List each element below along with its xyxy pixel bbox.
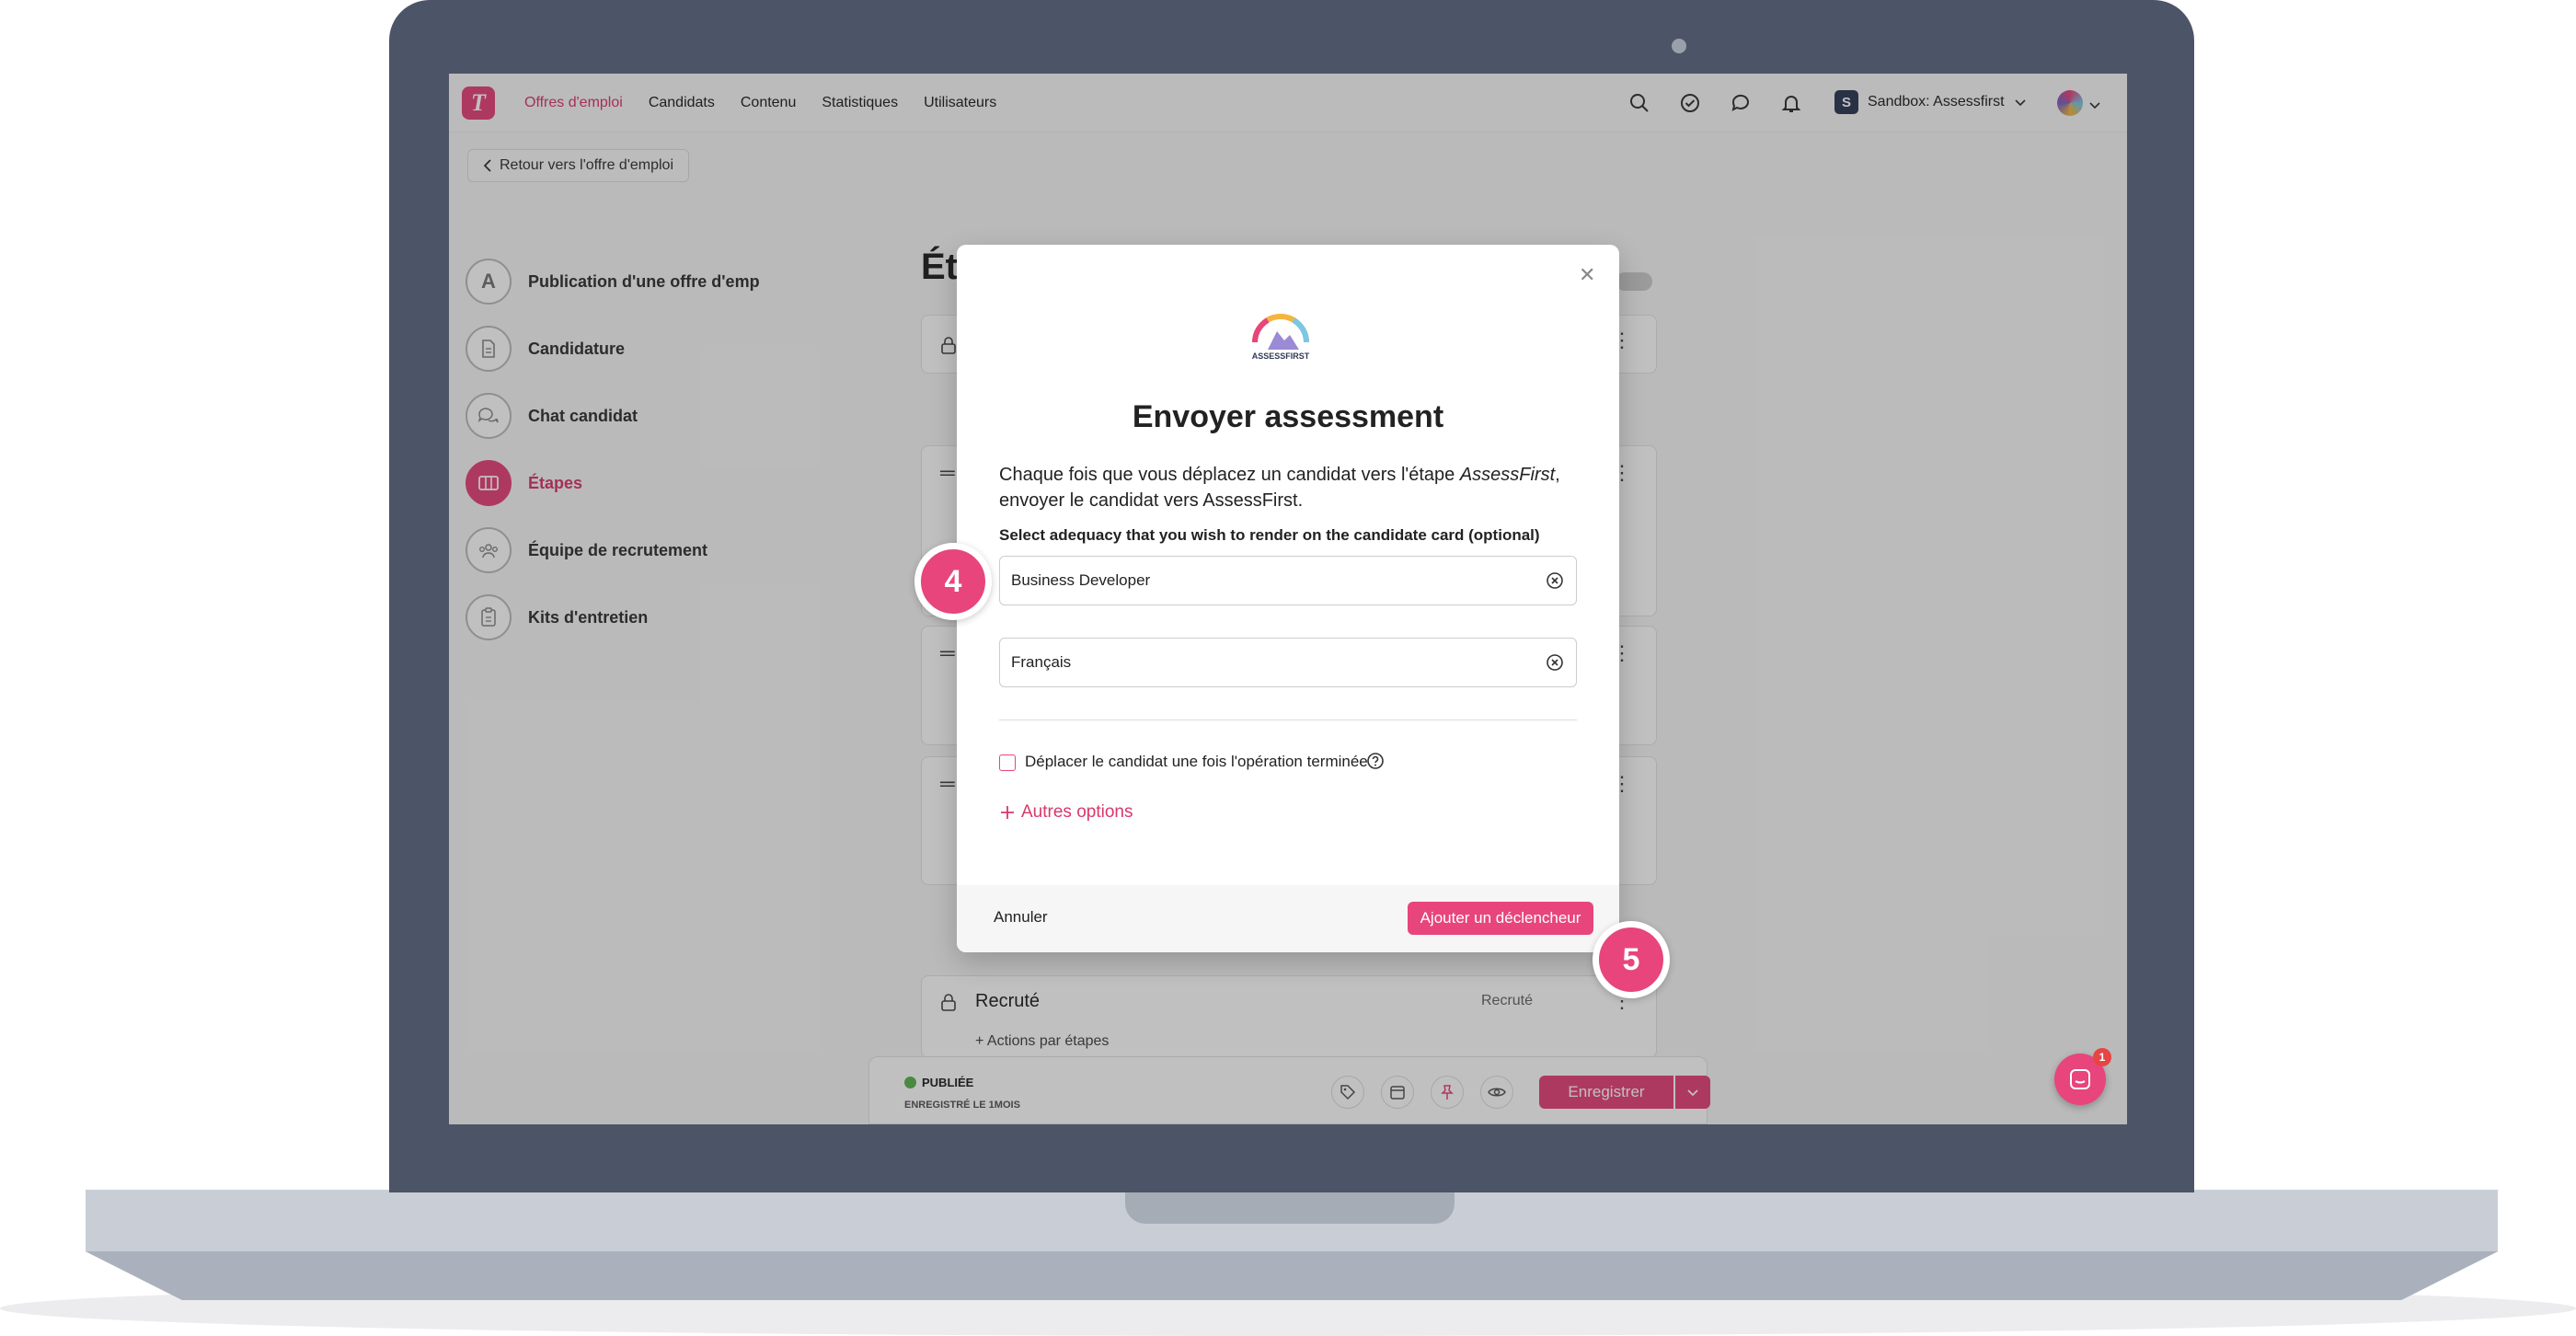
step-marker-4: 4 xyxy=(914,543,992,620)
clear-icon[interactable] xyxy=(1545,652,1565,673)
chat-icon xyxy=(2070,1069,2090,1089)
close-icon[interactable]: ✕ xyxy=(1579,263,1595,287)
modal-footer: Annuler Ajouter un déclencheur xyxy=(957,885,1619,952)
laptop-notch xyxy=(1125,1190,1455,1224)
notification-badge: 1 xyxy=(2093,1048,2111,1066)
app-screen: T Offres d'emploi Candidats Contenu Stat… xyxy=(449,74,2127,1124)
step-marker-5: 5 xyxy=(1593,921,1670,998)
move-candidate-checkbox[interactable] xyxy=(999,754,1016,771)
cancel-button[interactable]: Annuler xyxy=(994,908,1048,927)
modal-title: Envoyer assessment xyxy=(1132,399,1444,434)
move-candidate-label[interactable]: Déplacer le candidat une fois l'opératio… xyxy=(1025,753,1368,771)
more-options-label: Autres options xyxy=(1021,802,1133,822)
adequacy-label: Select adequacy that you wish to render … xyxy=(999,526,1540,544)
support-chat-button[interactable]: 1 xyxy=(2054,1048,2111,1105)
clear-icon[interactable] xyxy=(1545,570,1565,591)
laptop-mockup: T Offres d'emploi Candidats Contenu Stat… xyxy=(0,0,2576,1336)
more-options-link[interactable]: Autres options xyxy=(999,802,1133,823)
adequacy-select[interactable]: Business Developer xyxy=(999,556,1577,605)
language-select[interactable]: Français xyxy=(999,638,1577,687)
logo-wordmark: ASSESSFIRST xyxy=(1252,351,1310,361)
laptop-base-shade xyxy=(86,1251,2498,1300)
desc-part: Chaque fois que vous déplacez un candida… xyxy=(999,465,1460,485)
help-icon[interactable] xyxy=(1365,751,1386,771)
plus-icon xyxy=(1001,806,1014,819)
camera xyxy=(1672,39,1686,53)
add-trigger-button[interactable]: Ajouter un déclencheur xyxy=(1408,902,1593,935)
send-assessment-modal: ✕ ASSESSFIRST Envoyer assessment Chaque … xyxy=(957,245,1619,952)
desc-stage-name: AssessFirst xyxy=(1459,465,1556,485)
assessfirst-logo: ASSESSFIRST xyxy=(1251,314,1310,361)
modal-description: Chaque fois que vous déplacez un candida… xyxy=(999,462,1579,513)
adequacy-value: Business Developer xyxy=(1011,571,1151,589)
language-value: Français xyxy=(1011,653,1072,671)
